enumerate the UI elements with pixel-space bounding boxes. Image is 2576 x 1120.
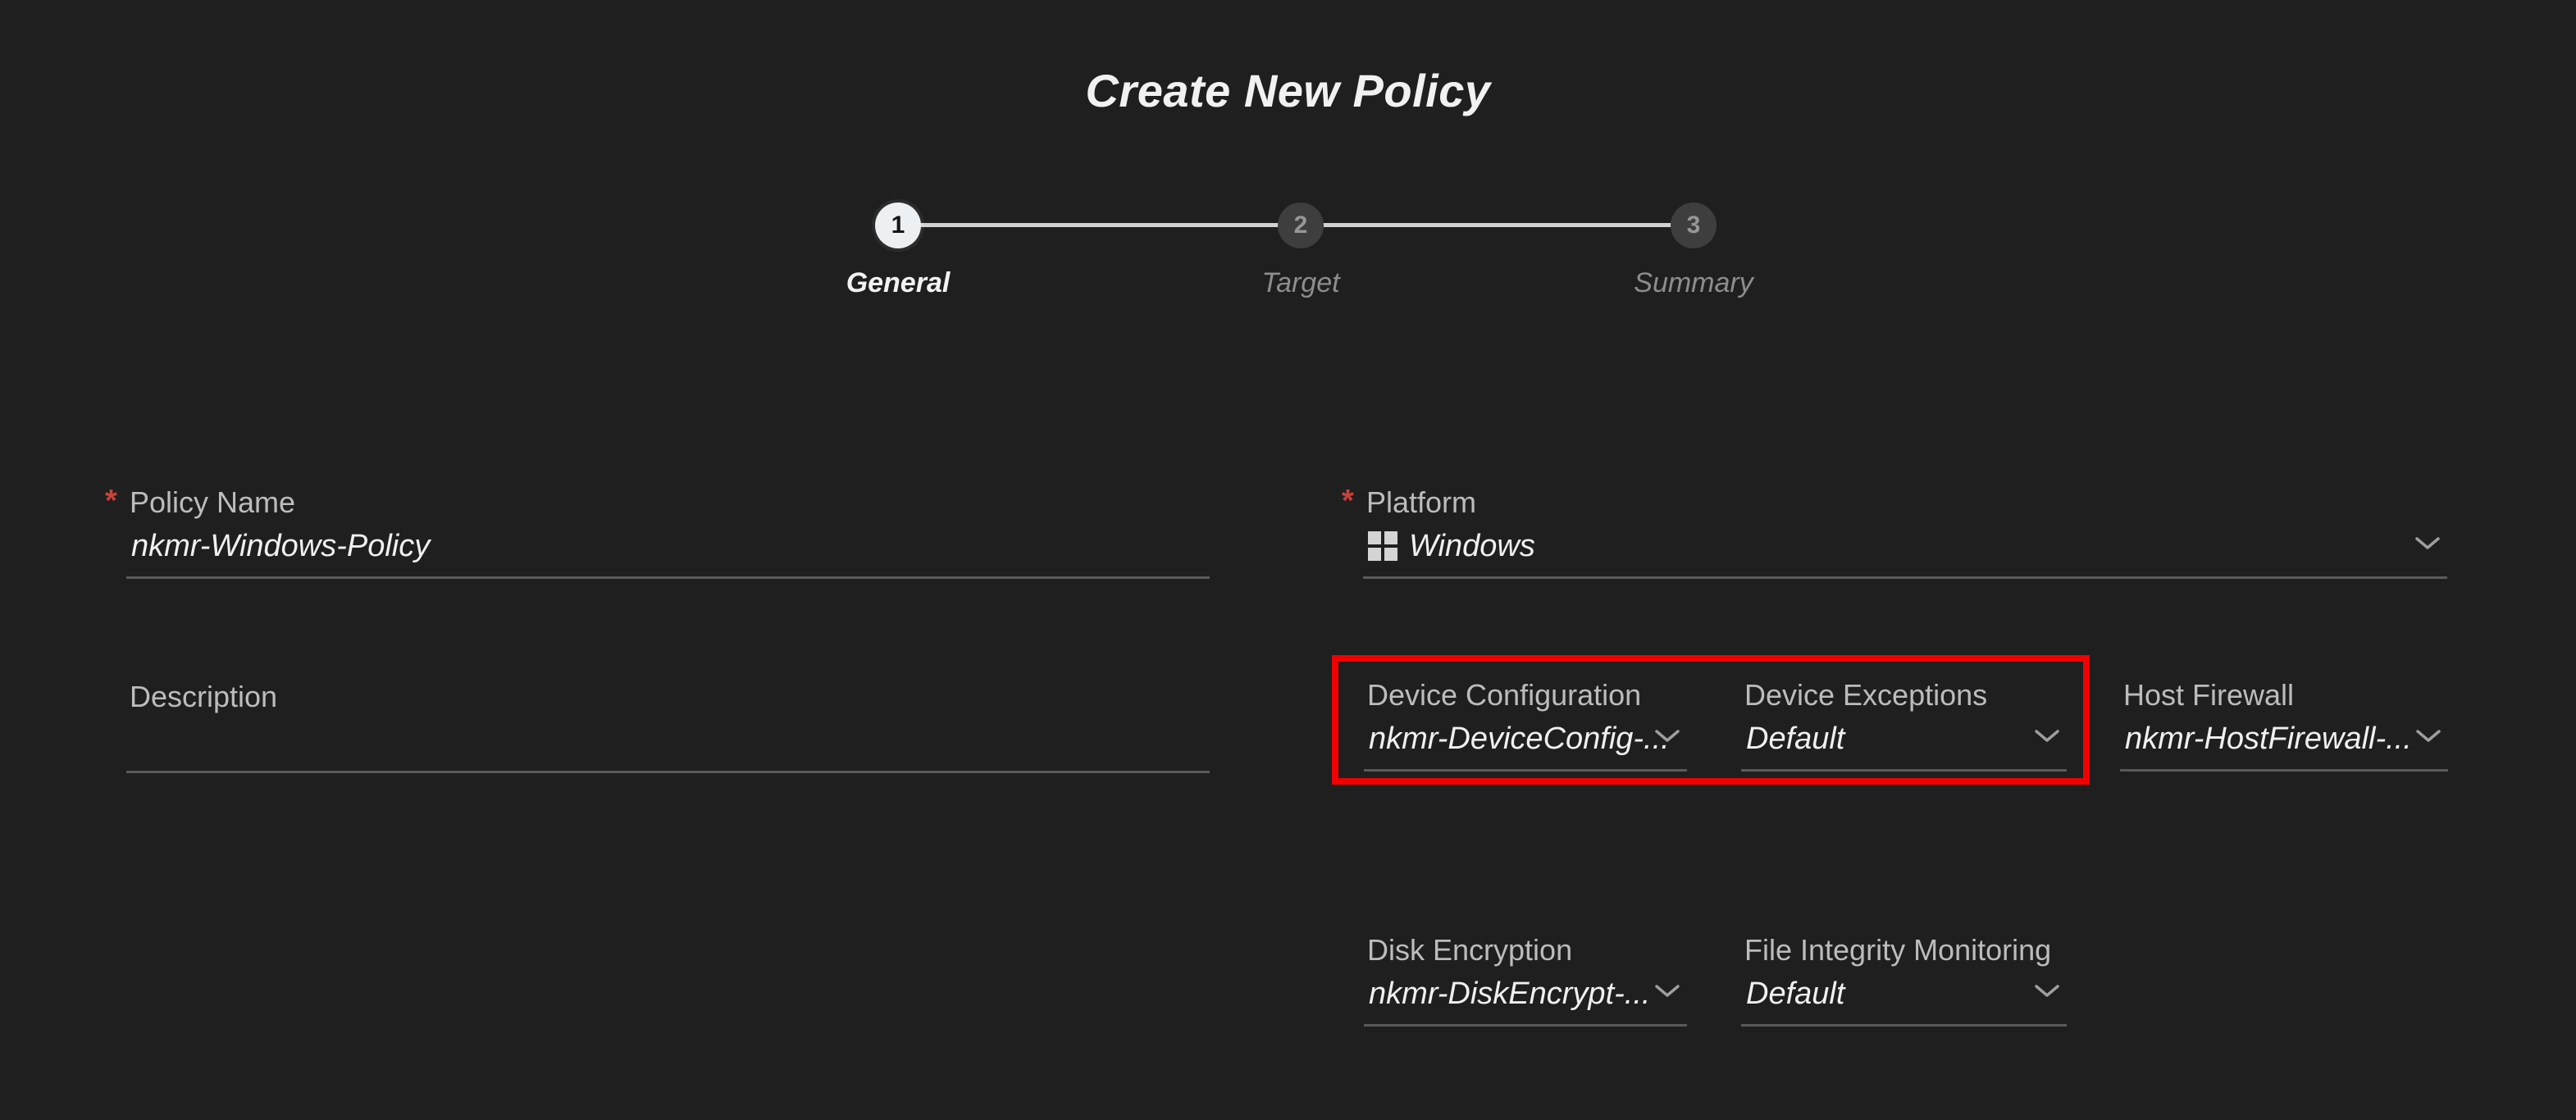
host-firewall-label: Host Firewall — [2123, 678, 2294, 713]
chevron-down-icon — [2034, 729, 2060, 744]
create-policy-dialog: Create New Policy 1 2 3 General Target S… — [0, 0, 2576, 1120]
policy-name-input[interactable]: nkmr-Windows-Policy — [131, 526, 1210, 566]
platform-label: Platform — [1366, 485, 1476, 520]
file-integrity-monitoring-select[interactable]: Default — [1746, 974, 2067, 1013]
step-circle-general[interactable]: 1 — [875, 203, 921, 248]
host-firewall-underline — [2120, 769, 2448, 772]
device-exceptions-select[interactable]: Default — [1746, 719, 2067, 758]
description-input[interactable] — [131, 721, 1210, 760]
device-configuration-underline — [1364, 769, 1687, 772]
chevron-down-icon — [2415, 729, 2442, 744]
windows-logo-icon — [1368, 531, 1397, 561]
file-integrity-monitoring-underline — [1741, 1024, 2067, 1027]
host-firewall-select[interactable]: nkmr-HostFirewall-... — [2125, 719, 2448, 758]
chevron-down-icon — [2414, 536, 2441, 551]
policy-name-label: Policy Name — [130, 485, 295, 520]
platform-underline — [1363, 576, 2447, 579]
device-configuration-field: Device Configuration nkmr-DeviceConfig-.… — [1364, 678, 1687, 772]
platform-value: Windows — [1409, 529, 1535, 564]
step-circle-target[interactable]: 2 — [1278, 203, 1324, 248]
disk-encryption-field: Disk Encryption nkmr-DiskEncrypt-... — [1364, 933, 1687, 1027]
chevron-down-icon — [2034, 984, 2060, 999]
file-integrity-monitoring-field: File Integrity Monitoring Default — [1741, 933, 2067, 1027]
chevron-down-icon — [1654, 984, 1680, 999]
disk-encryption-select[interactable]: nkmr-DiskEncrypt-... — [1369, 974, 1687, 1013]
device-exceptions-label: Device Exceptions — [1744, 678, 1987, 713]
step-circle-summary[interactable]: 3 — [1671, 203, 1717, 248]
step-number: 3 — [1687, 212, 1701, 239]
policy-name-underline — [126, 576, 1210, 579]
platform-select[interactable]: Windows — [1368, 526, 2447, 566]
step-number: 1 — [891, 212, 905, 239]
description-label: Description — [130, 680, 277, 714]
required-asterisk: * — [1342, 484, 1354, 519]
policy-name-field: * Policy Name nkmr-Windows-Policy — [126, 485, 1210, 579]
required-asterisk: * — [105, 484, 117, 519]
platform-field: * Platform Windows — [1363, 485, 2447, 579]
description-field: Description — [126, 680, 1210, 773]
device-configuration-label: Device Configuration — [1367, 678, 1641, 713]
device-exceptions-field: Device Exceptions Default — [1741, 678, 2067, 772]
disk-encryption-label: Disk Encryption — [1367, 933, 1572, 967]
step-number: 2 — [1294, 212, 1308, 239]
disk-encryption-underline — [1364, 1024, 1687, 1027]
file-integrity-monitoring-label: File Integrity Monitoring — [1744, 933, 2051, 967]
step-label-target: Target — [1178, 267, 1424, 299]
host-firewall-field: Host Firewall nkmr-HostFirewall-... — [2120, 678, 2448, 772]
device-exceptions-underline — [1741, 769, 2067, 772]
device-configuration-select[interactable]: nkmr-DeviceConfig-... — [1369, 719, 1687, 758]
chevron-down-icon — [1654, 729, 1680, 744]
description-underline — [126, 771, 1210, 773]
step-label-general: General — [775, 267, 1021, 299]
page-title: Create New Policy — [0, 64, 2576, 117]
step-label-summary: Summary — [1571, 267, 1817, 299]
